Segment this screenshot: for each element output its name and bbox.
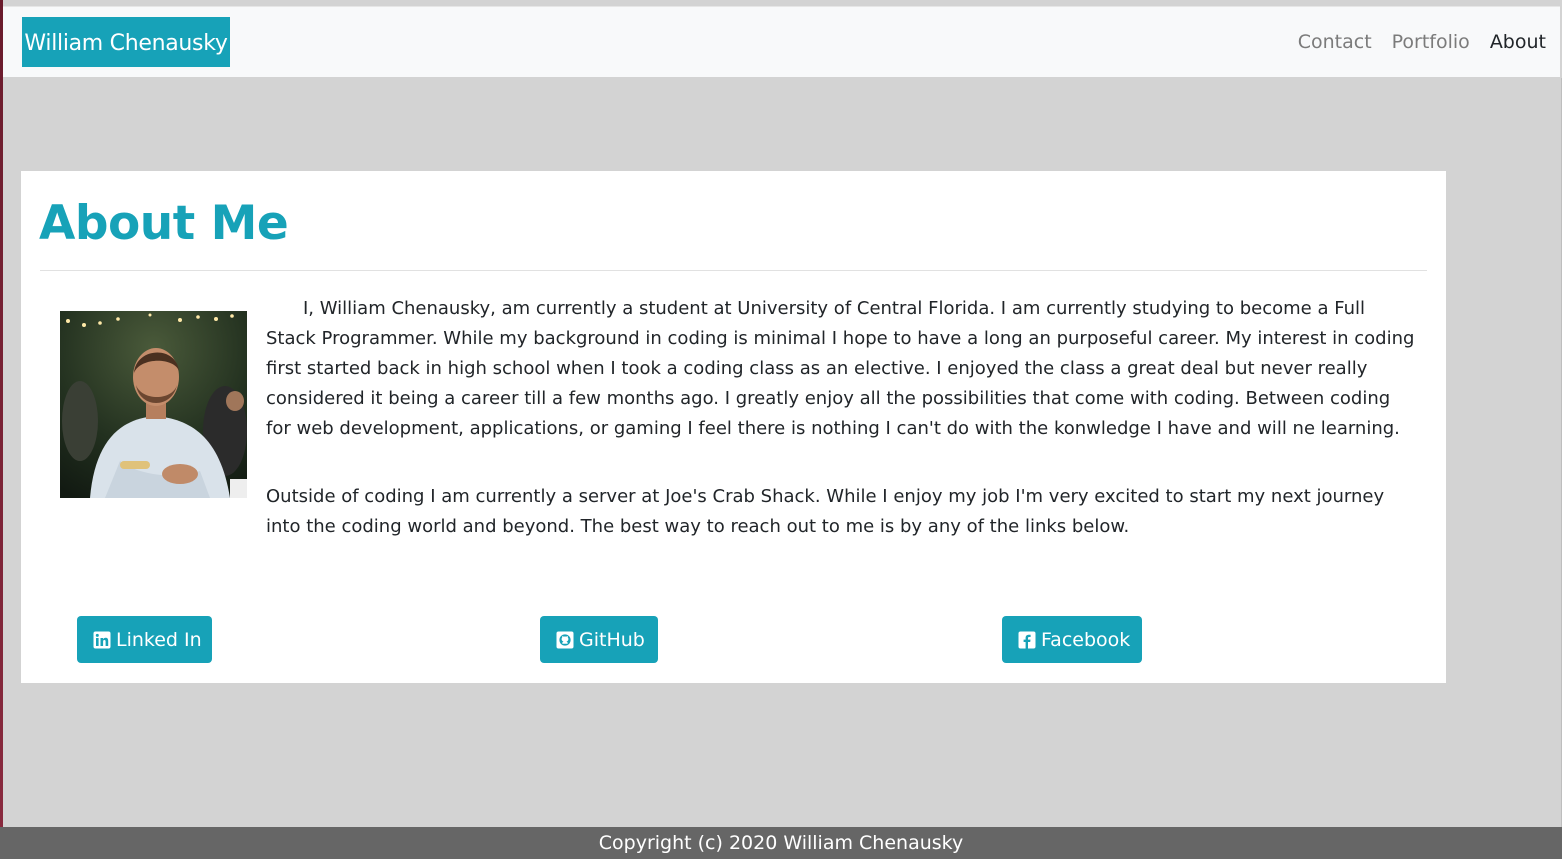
nav-link-about[interactable]: About — [1480, 7, 1546, 78]
profile-photo — [60, 311, 247, 498]
facebook-button-label: Facebook — [1041, 628, 1131, 651]
navbar: William Chenausky Contact Portfolio Abou… — [3, 6, 1560, 77]
github-icon — [556, 631, 574, 649]
about-card: About Me I, William Chenausky, am curren… — [21, 171, 1446, 683]
linkedin-button[interactable]: Linked In — [77, 616, 212, 663]
brand-link[interactable]: William Chenausky — [22, 17, 230, 67]
linkedin-button-label: Linked In — [116, 628, 202, 651]
github-button-label: GitHub — [579, 628, 645, 651]
page-title: About Me — [39, 196, 289, 251]
bio-text: I, William Chenausky, am currently a stu… — [266, 294, 1416, 580]
github-button[interactable]: GitHub — [540, 616, 658, 663]
divider — [40, 270, 1427, 271]
facebook-icon — [1018, 631, 1036, 649]
bio-paragraph-1: I, William Chenausky, am currently a stu… — [266, 298, 1415, 439]
linkedin-icon — [93, 631, 111, 649]
facebook-button[interactable]: Facebook — [1002, 616, 1142, 663]
nav-links: Contact Portfolio About — [1288, 7, 1546, 78]
window-edge — [0, 0, 3, 859]
copyright-text: Copyright (c) 2020 William Chenausky — [598, 832, 964, 854]
nav-link-contact[interactable]: Contact — [1288, 7, 1382, 78]
nav-link-portfolio[interactable]: Portfolio — [1382, 7, 1480, 78]
footer: Copyright (c) 2020 William Chenausky — [0, 827, 1562, 859]
bio-paragraph-2: Outside of coding I am currently a serve… — [266, 486, 1385, 537]
